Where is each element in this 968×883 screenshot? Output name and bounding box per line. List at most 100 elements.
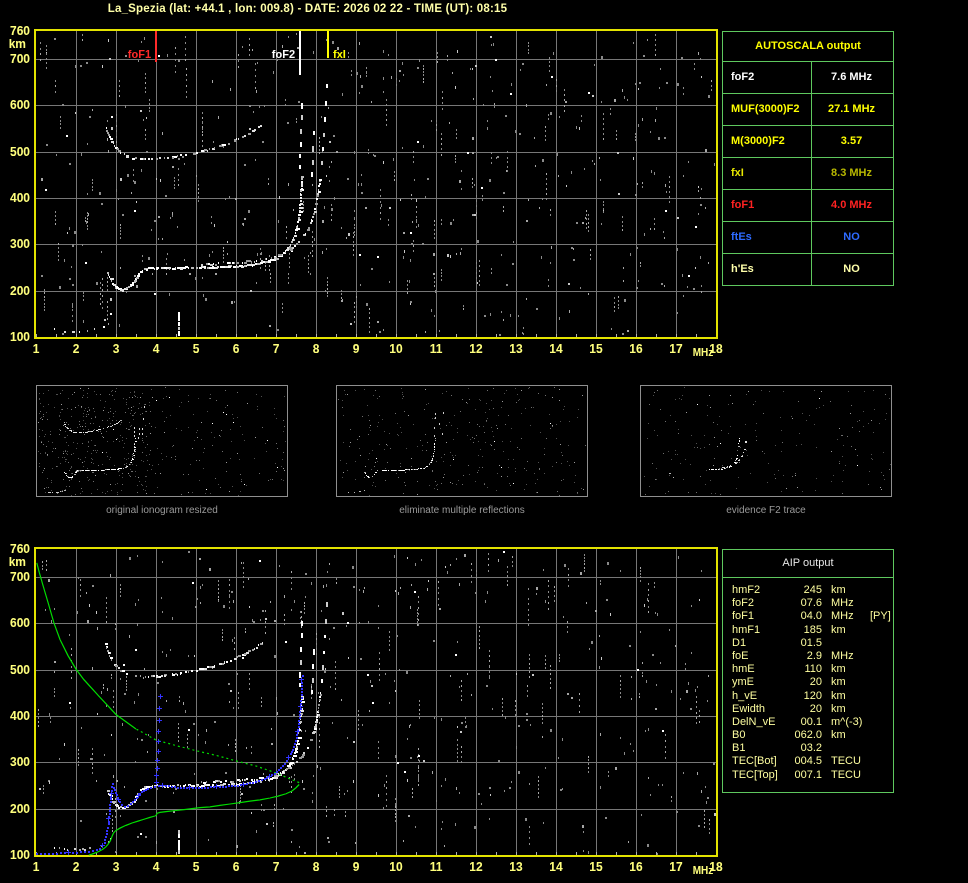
- top-ionogram-plot: [0, 22, 730, 370]
- row-unit: TECU: [822, 769, 866, 782]
- row-value: NO: [812, 222, 891, 253]
- row-value: 120: [788, 690, 822, 703]
- row-unit: TECU: [822, 755, 866, 768]
- aip-row-TECTop: TEC[Top]007.1TECU: [723, 769, 893, 782]
- panel-original-ionogram: [36, 385, 288, 497]
- row-extra: [866, 584, 893, 597]
- panel-caption-original: original ionogram resized: [36, 505, 288, 516]
- row-label: M(3000)F2: [723, 126, 812, 157]
- row-unit: km: [822, 624, 866, 637]
- row-unit: km: [822, 729, 866, 742]
- page-title: La_Spezia (lat: +44.1 , lon: 009.8) - DA…: [20, 3, 595, 15]
- row-unit: MHz: [822, 597, 866, 610]
- row-extra: [866, 755, 893, 768]
- autoscala-output-table: AUTOSCALA outputfoF27.6 MHzMUF(3000)F227…: [722, 31, 894, 286]
- row-extra: [866, 663, 893, 676]
- aip-row-foE: foE2.9MHz: [723, 650, 893, 663]
- autoscala-row-M3000F2: M(3000)F23.57: [723, 126, 893, 158]
- row-value: 27.1 MHz: [812, 94, 891, 125]
- aip-row-B1: B103.2: [723, 742, 893, 755]
- row-extra: [866, 742, 893, 755]
- autoscala-row-foF1: foF14.0 MHz: [723, 190, 893, 222]
- panel-caption-evidence: evidence F2 trace: [640, 505, 892, 516]
- row-label: Ewidth: [732, 703, 788, 716]
- row-value: 7.6 MHz: [812, 62, 891, 93]
- aip-row-foF2: foF207.6MHz: [723, 597, 893, 610]
- bottom-profile-plot: [0, 540, 730, 883]
- row-extra: [866, 676, 893, 689]
- row-label: MUF(3000)F2: [723, 94, 812, 125]
- row-value: 110: [788, 663, 822, 676]
- aip-table-title: AIP output: [723, 550, 893, 578]
- row-extra: [866, 716, 893, 729]
- row-label: h'Es: [723, 254, 812, 285]
- row-label: foF1: [723, 190, 812, 221]
- row-label: hmF1: [732, 624, 788, 637]
- panel-eliminate-reflections: [336, 385, 588, 497]
- aip-row-ymE: ymE20km: [723, 676, 893, 689]
- row-unit: [822, 637, 866, 650]
- aip-output-table: AIP outputhmF2245kmfoF207.6MHzfoF104.0MH…: [722, 549, 894, 793]
- row-value: 245: [788, 584, 822, 597]
- row-extra: [866, 637, 893, 650]
- row-value: 4.0 MHz: [812, 190, 891, 221]
- autoscala-row-hEs: h'EsNO: [723, 254, 893, 285]
- aip-row-hmF2: hmF2245km: [723, 584, 893, 597]
- row-label: D1: [732, 637, 788, 650]
- row-extra: [866, 624, 893, 637]
- aip-row-Ewidth: Ewidth20km: [723, 703, 893, 716]
- row-label: DelN_vE: [732, 716, 788, 729]
- row-value: NO: [812, 254, 891, 285]
- row-value: 3.57: [812, 126, 891, 157]
- row-label: TEC[Bot]: [732, 755, 788, 768]
- row-label: TEC[Top]: [732, 769, 788, 782]
- aip-row-hvE: h_vE120km: [723, 690, 893, 703]
- aip-row-hmF1: hmF1185km: [723, 624, 893, 637]
- row-label: hmE: [732, 663, 788, 676]
- panel-evidence-f2-trace: [640, 385, 892, 497]
- row-label: foF2: [723, 62, 812, 93]
- row-unit: MHz: [822, 610, 866, 623]
- autoscala-row-MUF3000F2: MUF(3000)F227.1 MHz: [723, 94, 893, 126]
- row-value: 07.6: [788, 597, 822, 610]
- row-value: 04.0: [788, 610, 822, 623]
- row-extra: [866, 729, 893, 742]
- row-value: 062.0: [788, 729, 822, 742]
- row-extra: [866, 703, 893, 716]
- row-extra: [866, 650, 893, 663]
- row-label: h_vE: [732, 690, 788, 703]
- row-value: 03.2: [788, 742, 822, 755]
- row-extra: [866, 769, 893, 782]
- row-unit: [822, 742, 866, 755]
- row-label: fxI: [723, 158, 812, 189]
- aip-row-DelNvE: DelN_vE00.1m^(-3): [723, 716, 893, 729]
- row-value: 8.3 MHz: [812, 158, 891, 189]
- row-unit: km: [822, 676, 866, 689]
- row-label: ftEs: [723, 222, 812, 253]
- autoscala-row-fxI: fxI8.3 MHz: [723, 158, 893, 190]
- row-label: foE: [732, 650, 788, 663]
- row-unit: km: [822, 690, 866, 703]
- autoscala-output-screen: La_Spezia (lat: +44.1 , lon: 009.8) - DA…: [0, 0, 968, 883]
- aip-row-D1: D101.5: [723, 637, 893, 650]
- row-value: 2.9: [788, 650, 822, 663]
- row-label: B0: [732, 729, 788, 742]
- panel-caption-eliminate: eliminate multiple reflections: [336, 505, 588, 516]
- row-label: hmF2: [732, 584, 788, 597]
- row-unit: MHz: [822, 650, 866, 663]
- row-value: 185: [788, 624, 822, 637]
- row-value: 004.5: [788, 755, 822, 768]
- row-extra: [PY]: [866, 610, 893, 623]
- row-value: 007.1: [788, 769, 822, 782]
- aip-row-B0: B0062.0km: [723, 729, 893, 742]
- autoscala-row-foF2: foF27.6 MHz: [723, 62, 893, 94]
- row-unit: km: [822, 584, 866, 597]
- row-label: B1: [732, 742, 788, 755]
- aip-row-foF1: foF104.0MHz[PY]: [723, 610, 893, 623]
- row-value: 00.1: [788, 716, 822, 729]
- row-extra: [866, 690, 893, 703]
- row-value: 20: [788, 703, 822, 716]
- row-unit: km: [822, 703, 866, 716]
- aip-row-TECBot: TEC[Bot]004.5TECU: [723, 755, 893, 768]
- row-label: ymE: [732, 676, 788, 689]
